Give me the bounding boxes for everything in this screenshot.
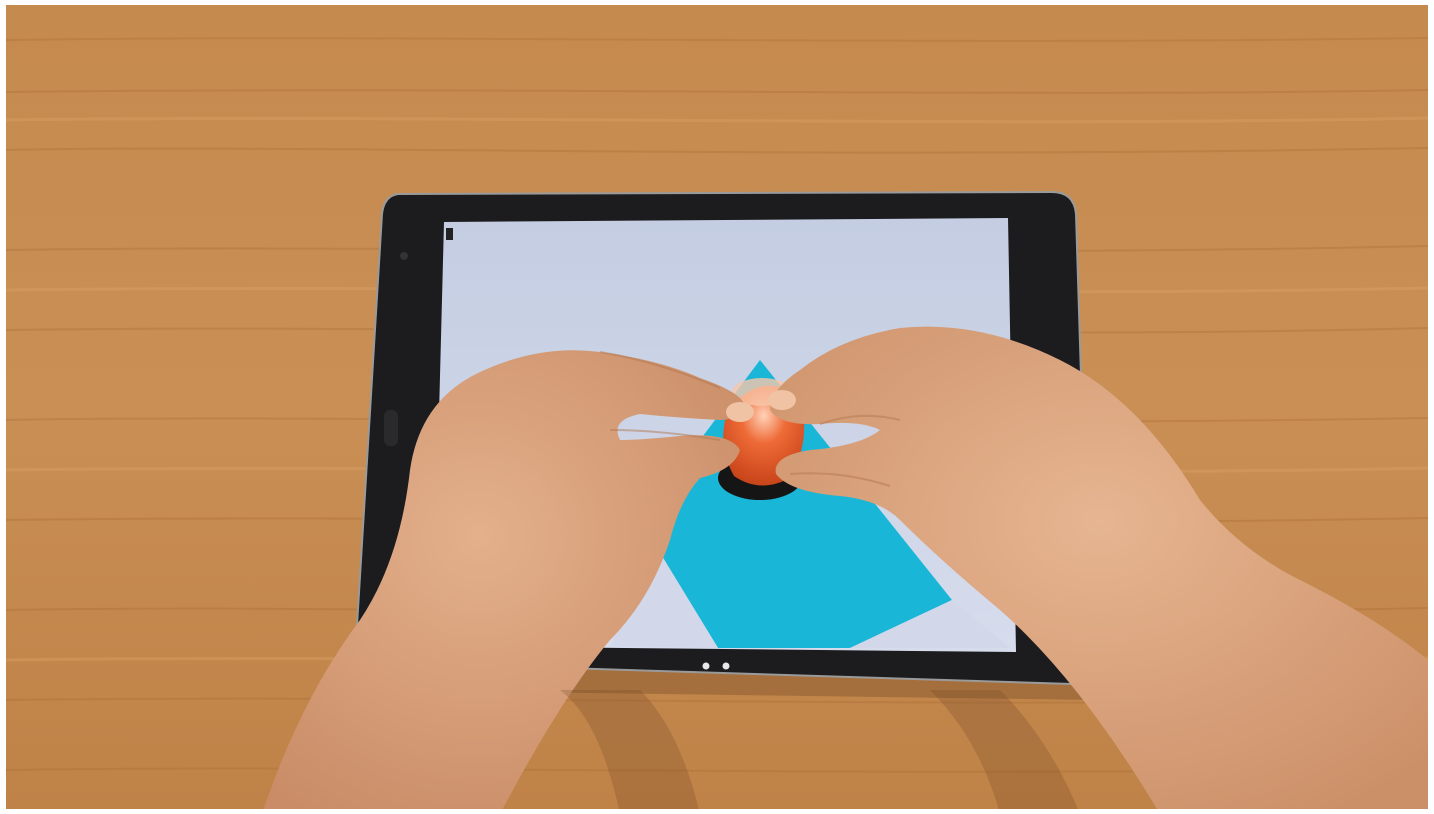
battery-icon [446, 228, 453, 240]
camera-icon [400, 252, 408, 260]
side-sensor [384, 410, 398, 446]
photo-scene [5, 4, 1429, 814]
